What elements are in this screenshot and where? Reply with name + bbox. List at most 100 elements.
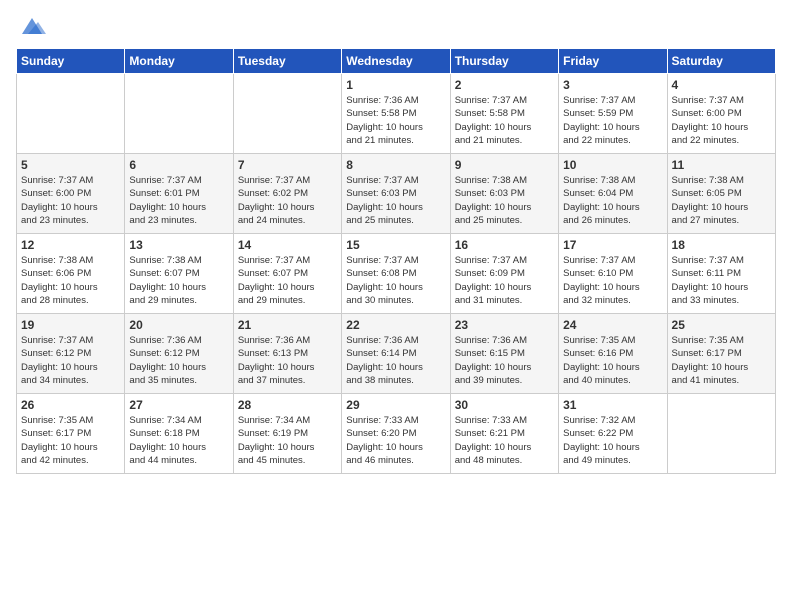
calendar-cell: 9 Sunrise: 7:38 AM Sunset: 6:03 PM Daylig… xyxy=(450,154,558,234)
calendar-cell: 29Sunrise: 7:33 AM Sunset: 6:20 PM Dayli… xyxy=(342,394,450,474)
calendar-cell: 28Sunrise: 7:34 AM Sunset: 6:19 PM Dayli… xyxy=(233,394,341,474)
day-number: 7 xyxy=(238,158,337,172)
weekday-header-row: SundayMondayTuesdayWednesdayThursdayFrid… xyxy=(17,49,776,74)
calendar-cell: 14 Sunrise: 7:37 AM Sunset: 6:07 PM Dayli… xyxy=(233,234,341,314)
day-info: Sunrise: 7:37 AM Sunset: 6:09 PM Dayligh… xyxy=(455,254,554,307)
day-info: Sunrise: 7:37 AM Sunset: 6:10 PM Dayligh… xyxy=(563,254,662,307)
day-info: Sunrise: 7:37 AM Sunset: 6:11 PM Dayligh… xyxy=(672,254,771,307)
logo xyxy=(16,16,46,36)
calendar-cell: 2 Sunrise: 7:37 AM Sunset: 5:58 PM Daylig… xyxy=(450,74,558,154)
day-info: Sunrise: 7:37 AM Sunset: 6:08 PM Dayligh… xyxy=(346,254,445,307)
calendar-cell: 15Sunrise: 7:37 AM Sunset: 6:08 PM Dayli… xyxy=(342,234,450,314)
calendar-cell: 22 Sunrise: 7:36 AM Sunset: 6:14 PM Dayli… xyxy=(342,314,450,394)
day-info: Sunrise: 7:36 AM Sunset: 6:14 PM Dayligh… xyxy=(346,334,445,387)
day-number: 6 xyxy=(129,158,228,172)
calendar-cell: 3 Sunrise: 7:37 AM Sunset: 5:59 PM Daylig… xyxy=(559,74,667,154)
day-number: 5 xyxy=(21,158,120,172)
day-number: 13 xyxy=(129,238,228,252)
day-number: 20 xyxy=(129,318,228,332)
page-header xyxy=(16,16,776,36)
calendar-cell: 8Sunrise: 7:37 AM Sunset: 6:03 PM Daylig… xyxy=(342,154,450,234)
calendar-cell: 11Sunrise: 7:38 AM Sunset: 6:05 PM Dayli… xyxy=(667,154,775,234)
day-number: 4 xyxy=(672,78,771,92)
weekday-header-wednesday: Wednesday xyxy=(342,49,450,74)
day-number: 27 xyxy=(129,398,228,412)
day-number: 31 xyxy=(563,398,662,412)
day-number: 9 xyxy=(455,158,554,172)
calendar-cell: 13 Sunrise: 7:38 AM Sunset: 6:07 PM Dayli… xyxy=(125,234,233,314)
day-number: 29 xyxy=(346,398,445,412)
weekday-header-monday: Monday xyxy=(125,49,233,74)
weekday-header-tuesday: Tuesday xyxy=(233,49,341,74)
day-info: Sunrise: 7:36 AM Sunset: 6:12 PM Dayligh… xyxy=(129,334,228,387)
calendar-cell: 12 Sunrise: 7:38 AM Sunset: 6:06 PM Dayli… xyxy=(17,234,125,314)
calendar-cell: 5Sunrise: 7:37 AM Sunset: 6:00 PM Daylig… xyxy=(17,154,125,234)
day-number: 17 xyxy=(563,238,662,252)
week-row-4: 19 Sunrise: 7:37 AM Sunset: 6:12 PM Dayli… xyxy=(17,314,776,394)
calendar-cell: 16 Sunrise: 7:37 AM Sunset: 6:09 PM Dayli… xyxy=(450,234,558,314)
logo-icon xyxy=(18,16,46,36)
day-info: Sunrise: 7:38 AM Sunset: 6:04 PM Dayligh… xyxy=(563,174,662,227)
day-number: 16 xyxy=(455,238,554,252)
calendar-cell xyxy=(667,394,775,474)
calendar-table: SundayMondayTuesdayWednesdayThursdayFrid… xyxy=(16,48,776,474)
day-number: 22 xyxy=(346,318,445,332)
week-row-2: 5Sunrise: 7:37 AM Sunset: 6:00 PM Daylig… xyxy=(17,154,776,234)
day-info: Sunrise: 7:33 AM Sunset: 6:21 PM Dayligh… xyxy=(455,414,554,467)
calendar-cell: 19 Sunrise: 7:37 AM Sunset: 6:12 PM Dayli… xyxy=(17,314,125,394)
day-number: 12 xyxy=(21,238,120,252)
week-row-5: 26Sunrise: 7:35 AM Sunset: 6:17 PM Dayli… xyxy=(17,394,776,474)
day-info: Sunrise: 7:37 AM Sunset: 6:07 PM Dayligh… xyxy=(238,254,337,307)
calendar-cell: 10 Sunrise: 7:38 AM Sunset: 6:04 PM Dayli… xyxy=(559,154,667,234)
day-number: 26 xyxy=(21,398,120,412)
calendar-cell: 30 Sunrise: 7:33 AM Sunset: 6:21 PM Dayli… xyxy=(450,394,558,474)
day-number: 3 xyxy=(563,78,662,92)
calendar-cell: 17 Sunrise: 7:37 AM Sunset: 6:10 PM Dayli… xyxy=(559,234,667,314)
day-info: Sunrise: 7:37 AM Sunset: 6:12 PM Dayligh… xyxy=(21,334,120,387)
weekday-header-sunday: Sunday xyxy=(17,49,125,74)
day-info: Sunrise: 7:38 AM Sunset: 6:06 PM Dayligh… xyxy=(21,254,120,307)
day-info: Sunrise: 7:38 AM Sunset: 6:07 PM Dayligh… xyxy=(129,254,228,307)
day-number: 8 xyxy=(346,158,445,172)
calendar-cell xyxy=(17,74,125,154)
day-info: Sunrise: 7:37 AM Sunset: 6:02 PM Dayligh… xyxy=(238,174,337,227)
day-info: Sunrise: 7:37 AM Sunset: 5:59 PM Dayligh… xyxy=(563,94,662,147)
day-info: Sunrise: 7:35 AM Sunset: 6:17 PM Dayligh… xyxy=(672,334,771,387)
calendar-cell: 25 Sunrise: 7:35 AM Sunset: 6:17 PM Dayli… xyxy=(667,314,775,394)
day-info: Sunrise: 7:35 AM Sunset: 6:16 PM Dayligh… xyxy=(563,334,662,387)
calendar-cell xyxy=(125,74,233,154)
day-info: Sunrise: 7:37 AM Sunset: 6:00 PM Dayligh… xyxy=(672,94,771,147)
calendar-cell: 24 Sunrise: 7:35 AM Sunset: 6:16 PM Dayli… xyxy=(559,314,667,394)
calendar-cell: 20 Sunrise: 7:36 AM Sunset: 6:12 PM Dayli… xyxy=(125,314,233,394)
calendar-cell: 26Sunrise: 7:35 AM Sunset: 6:17 PM Dayli… xyxy=(17,394,125,474)
day-number: 18 xyxy=(672,238,771,252)
weekday-header-thursday: Thursday xyxy=(450,49,558,74)
day-number: 11 xyxy=(672,158,771,172)
day-info: Sunrise: 7:37 AM Sunset: 5:58 PM Dayligh… xyxy=(455,94,554,147)
day-number: 23 xyxy=(455,318,554,332)
day-info: Sunrise: 7:32 AM Sunset: 6:22 PM Dayligh… xyxy=(563,414,662,467)
calendar-cell: 7 Sunrise: 7:37 AM Sunset: 6:02 PM Daylig… xyxy=(233,154,341,234)
day-info: Sunrise: 7:37 AM Sunset: 6:01 PM Dayligh… xyxy=(129,174,228,227)
calendar-cell: 23 Sunrise: 7:36 AM Sunset: 6:15 PM Dayli… xyxy=(450,314,558,394)
day-info: Sunrise: 7:38 AM Sunset: 6:03 PM Dayligh… xyxy=(455,174,554,227)
day-info: Sunrise: 7:36 AM Sunset: 6:13 PM Dayligh… xyxy=(238,334,337,387)
day-number: 1 xyxy=(346,78,445,92)
day-number: 14 xyxy=(238,238,337,252)
day-number: 19 xyxy=(21,318,120,332)
day-number: 30 xyxy=(455,398,554,412)
calendar-cell: 18 Sunrise: 7:37 AM Sunset: 6:11 PM Dayli… xyxy=(667,234,775,314)
day-number: 21 xyxy=(238,318,337,332)
weekday-header-friday: Friday xyxy=(559,49,667,74)
calendar-cell xyxy=(233,74,341,154)
week-row-3: 12 Sunrise: 7:38 AM Sunset: 6:06 PM Dayli… xyxy=(17,234,776,314)
day-info: Sunrise: 7:36 AM Sunset: 6:15 PM Dayligh… xyxy=(455,334,554,387)
calendar-cell: 27Sunrise: 7:34 AM Sunset: 6:18 PM Dayli… xyxy=(125,394,233,474)
day-number: 25 xyxy=(672,318,771,332)
calendar-cell: 31 Sunrise: 7:32 AM Sunset: 6:22 PM Dayli… xyxy=(559,394,667,474)
day-number: 24 xyxy=(563,318,662,332)
calendar-cell: 21 Sunrise: 7:36 AM Sunset: 6:13 PM Dayli… xyxy=(233,314,341,394)
day-number: 2 xyxy=(455,78,554,92)
day-number: 10 xyxy=(563,158,662,172)
calendar-cell: 6 Sunrise: 7:37 AM Sunset: 6:01 PM Daylig… xyxy=(125,154,233,234)
